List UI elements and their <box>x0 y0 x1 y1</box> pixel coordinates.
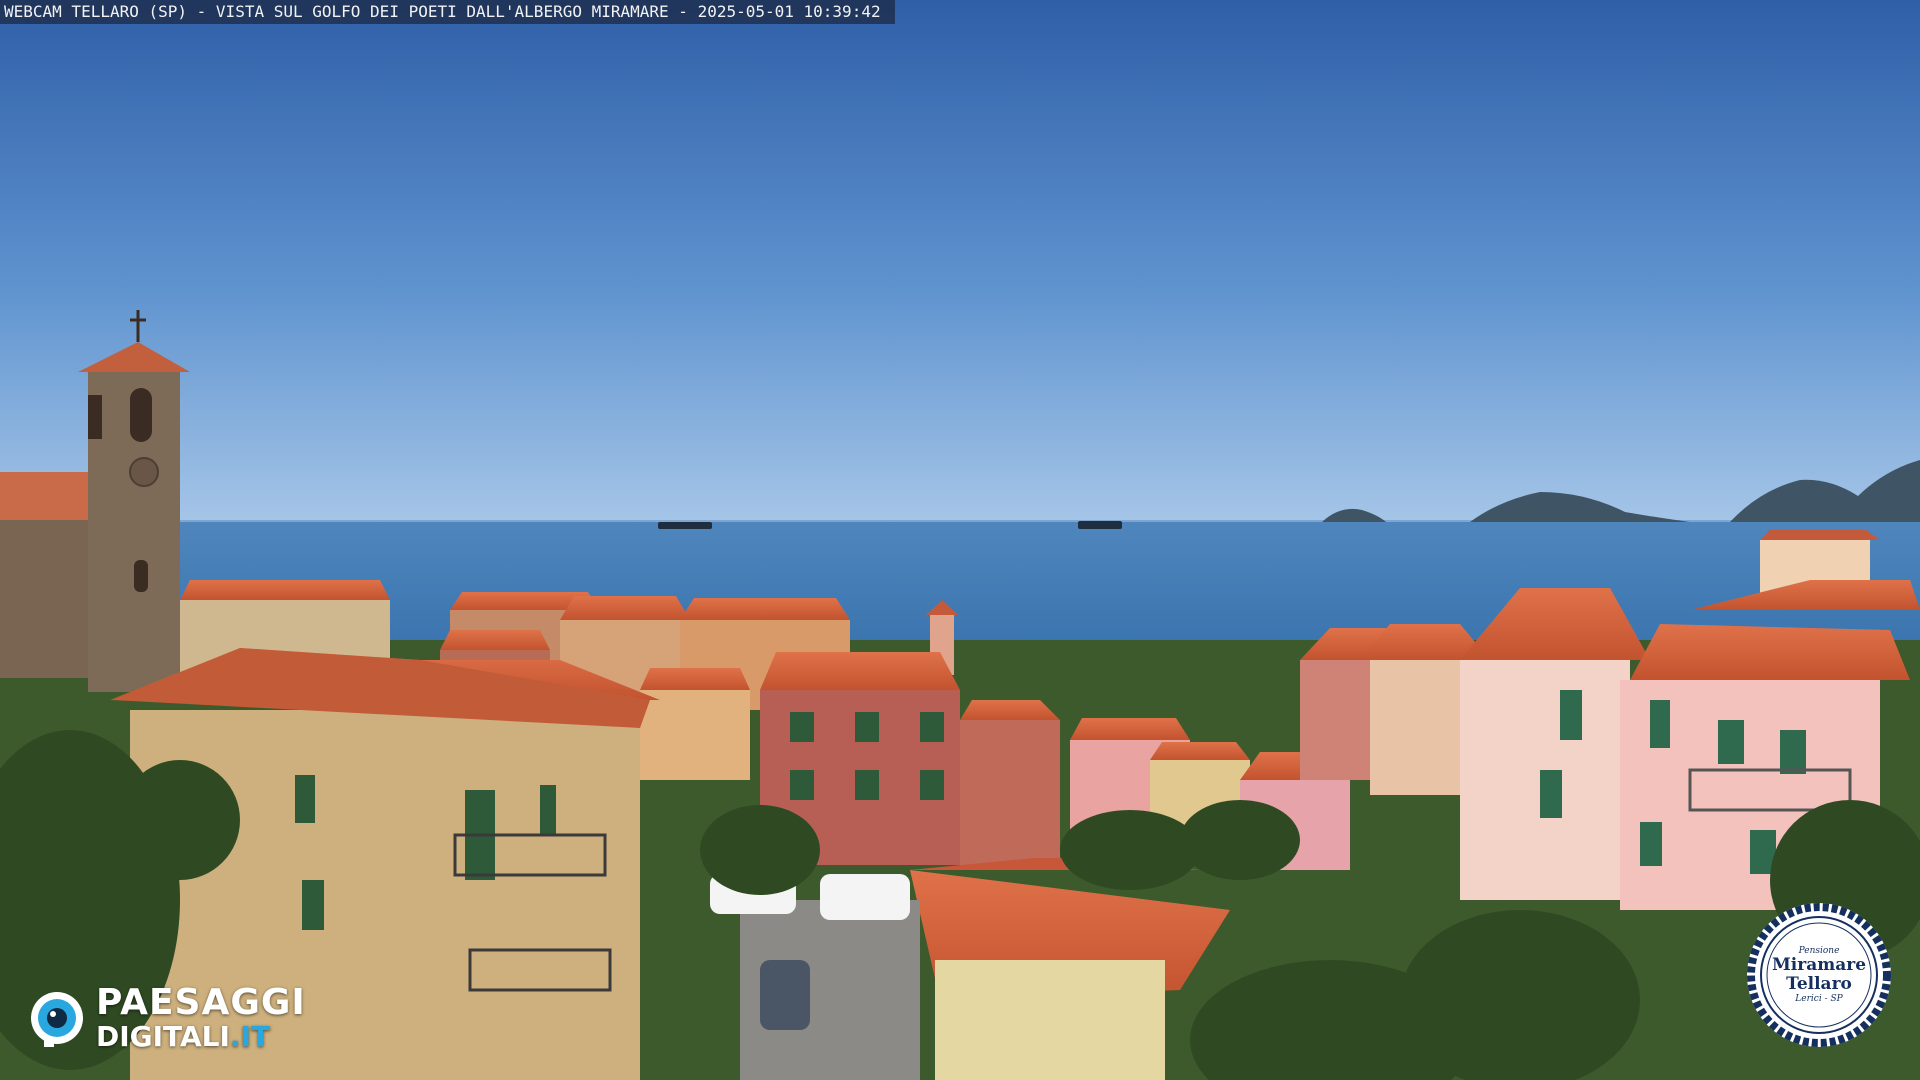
street-and-cars <box>710 874 920 1080</box>
badge-name-line1: Miramare <box>1771 955 1867 975</box>
logo-title: PAESAGGI <box>96 982 306 1023</box>
webcam-frame: WEBCAM TELLARO (SP) - VISTA SUL GOLFO DE… <box>0 0 1920 1080</box>
miramare-tellaro-badge: Pensione Miramare Tellaro Lerici - SP <box>1744 900 1894 1050</box>
sky <box>0 0 1920 525</box>
eye-icon <box>31 992 83 1047</box>
badge-name-line2: Tellaro <box>1786 974 1852 994</box>
badge-text-block: Pensione Miramare Tellaro Lerici - SP <box>1744 900 1894 1050</box>
logo-subtitle-tld: .IT <box>229 1020 271 1053</box>
logo-subtitle-main: DIGITALI <box>96 1020 230 1053</box>
paesaggi-digitali-logo: PAESAGGI DIGITALI.IT <box>28 982 348 1054</box>
badge-bottom-text: Lerici - SP <box>1795 994 1843 1004</box>
webcam-scene <box>0 0 1920 1080</box>
webcam-caption: WEBCAM TELLARO (SP) - VISTA SUL GOLFO DE… <box>0 0 895 24</box>
logo-subtitle: DIGITALI.IT <box>96 1023 306 1051</box>
